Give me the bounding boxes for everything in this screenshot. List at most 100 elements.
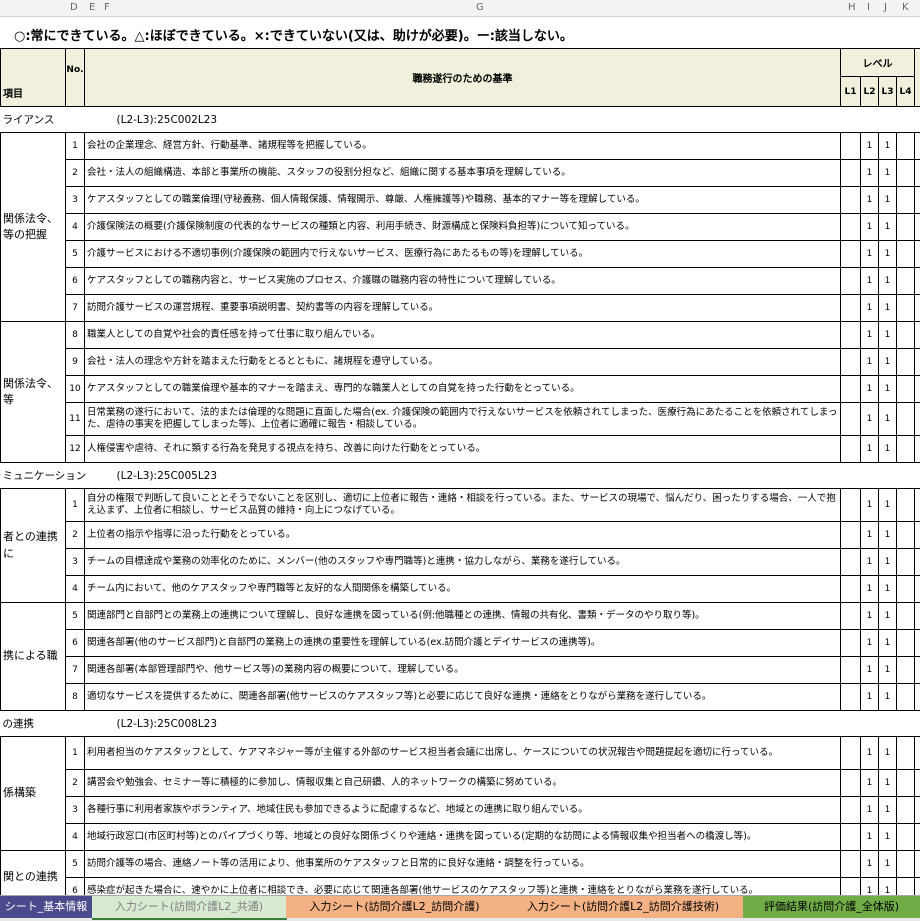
level-l1-cell[interactable] xyxy=(841,797,861,824)
column-header-d[interactable]: D xyxy=(70,2,78,13)
header-l1[interactable]: L1 xyxy=(841,77,861,107)
header-l2[interactable]: L2 xyxy=(861,77,879,107)
level-l3-cell[interactable]: 1 xyxy=(879,268,897,295)
item-category[interactable]: 関との連携 xyxy=(1,851,66,896)
header-l3[interactable]: L3 xyxy=(879,77,897,107)
row-number[interactable]: 8 xyxy=(66,684,85,711)
column-header-h[interactable]: H xyxy=(848,2,856,13)
header-l4[interactable]: L4 xyxy=(897,77,915,107)
row-number[interactable]: 7 xyxy=(66,295,85,322)
item-category[interactable]: 関係法令、 等の把握 xyxy=(1,133,66,322)
level-l1-cell[interactable] xyxy=(841,241,861,268)
section-code[interactable]: (L2-L3):25C008L23 xyxy=(85,711,920,737)
row-number[interactable]: 10 xyxy=(66,376,85,403)
level-l3-cell[interactable]: 1 xyxy=(879,657,897,684)
level-l1-cell[interactable] xyxy=(841,436,861,463)
level-l4-cell[interactable] xyxy=(897,630,915,657)
criteria-text[interactable]: 職業人としての自覚や社会的責任感を持って仕事に取り組んでいる。 xyxy=(85,322,841,349)
row-number[interactable]: 2 xyxy=(66,770,85,797)
row-number[interactable]: 3 xyxy=(66,187,85,214)
row-number[interactable]: 6 xyxy=(66,630,85,657)
level-l2-cell[interactable]: 1 xyxy=(861,684,879,711)
level-l1-cell[interactable] xyxy=(841,878,861,896)
level-l4-cell[interactable] xyxy=(897,403,915,436)
row-number[interactable]: 5 xyxy=(66,241,85,268)
level-l2-cell[interactable]: 1 xyxy=(861,489,879,522)
level-l2-cell[interactable]: 1 xyxy=(861,737,879,770)
row-number[interactable]: 2 xyxy=(66,160,85,187)
level-l3-cell[interactable]: 1 xyxy=(879,630,897,657)
level-l3-cell[interactable]: 1 xyxy=(879,489,897,522)
section-name[interactable]: ミュニケーション xyxy=(1,463,85,489)
sheet-tab-4[interactable]: 評価結果(訪問介護_全体版) xyxy=(743,896,920,918)
level-l1-cell[interactable] xyxy=(841,403,861,436)
extra-cell[interactable] xyxy=(915,214,920,241)
level-l2-cell[interactable]: 1 xyxy=(861,376,879,403)
level-l3-cell[interactable]: 1 xyxy=(879,133,897,160)
criteria-text[interactable]: 介護保険法の概要(介護保険制度の代表的なサービスの種類と内容、利用手続き、財源構… xyxy=(85,214,841,241)
level-l3-cell[interactable]: 1 xyxy=(879,522,897,549)
level-l3-cell[interactable]: 1 xyxy=(879,603,897,630)
level-l3-cell[interactable]: 1 xyxy=(879,878,897,896)
level-l1-cell[interactable] xyxy=(841,522,861,549)
level-l2-cell[interactable]: 1 xyxy=(861,133,879,160)
level-l3-cell[interactable]: 1 xyxy=(879,349,897,376)
level-l2-cell[interactable]: 1 xyxy=(861,770,879,797)
level-l1-cell[interactable] xyxy=(841,824,861,851)
level-l2-cell[interactable]: 1 xyxy=(861,851,879,878)
criteria-text[interactable]: 人権侵害や虐待、それに類する行為を発見する視点を持ち、改善に向けた行動をとってい… xyxy=(85,436,841,463)
level-l4-cell[interactable] xyxy=(897,684,915,711)
level-l4-cell[interactable] xyxy=(897,603,915,630)
level-l2-cell[interactable]: 1 xyxy=(861,322,879,349)
level-l4-cell[interactable] xyxy=(897,241,915,268)
level-l1-cell[interactable] xyxy=(841,603,861,630)
column-header-e[interactable]: E xyxy=(89,2,95,13)
level-l3-cell[interactable]: 1 xyxy=(879,851,897,878)
extra-cell[interactable] xyxy=(915,657,920,684)
level-l3-cell[interactable]: 1 xyxy=(879,436,897,463)
row-number[interactable]: 4 xyxy=(66,576,85,603)
level-l4-cell[interactable] xyxy=(897,436,915,463)
criteria-text[interactable]: 訪問介護サービスの運営規程、重要事項説明書、契約書等の内容を理解している。 xyxy=(85,295,841,322)
level-l2-cell[interactable]: 1 xyxy=(861,214,879,241)
level-l2-cell[interactable]: 1 xyxy=(861,549,879,576)
row-number[interactable]: 12 xyxy=(66,436,85,463)
level-l2-cell[interactable]: 1 xyxy=(861,187,879,214)
item-category[interactable]: 関係法令、 等 xyxy=(1,322,66,463)
extra-cell[interactable] xyxy=(915,522,920,549)
row-number[interactable]: 4 xyxy=(66,214,85,241)
level-l3-cell[interactable]: 1 xyxy=(879,376,897,403)
level-l2-cell[interactable]: 1 xyxy=(861,160,879,187)
criteria-text[interactable]: 関連各部署(他のサービス部門)と自部門の業務上の連携の重要性を理解している(ex… xyxy=(85,630,841,657)
extra-cell[interactable] xyxy=(915,376,920,403)
level-l1-cell[interactable] xyxy=(841,349,861,376)
level-l2-cell[interactable]: 1 xyxy=(861,349,879,376)
criteria-text[interactable]: 感染症が起きた場合に、速やかに上位者に相談でき、必要に応じて関連各部署(他サービ… xyxy=(85,878,841,896)
level-l1-cell[interactable] xyxy=(841,322,861,349)
level-l1-cell[interactable] xyxy=(841,770,861,797)
criteria-text[interactable]: 自分の権限で判断して良いこととそうでないことを区別し、適切に上位者に報告・連絡・… xyxy=(85,489,841,522)
level-l4-cell[interactable] xyxy=(897,489,915,522)
level-l4-cell[interactable] xyxy=(897,797,915,824)
level-l3-cell[interactable]: 1 xyxy=(879,187,897,214)
sheet-tab-3[interactable]: 入力シート(訪問介護L2_訪問介護技術) xyxy=(503,896,744,918)
extra-cell[interactable] xyxy=(915,684,920,711)
criteria-text[interactable]: 会社・法人の理念や方針を踏まえた行動をとるとともに、諸規程を遵守している。 xyxy=(85,349,841,376)
row-number[interactable]: 7 xyxy=(66,657,85,684)
extra-cell[interactable] xyxy=(915,133,920,160)
level-l1-cell[interactable] xyxy=(841,549,861,576)
extra-cell[interactable] xyxy=(915,630,920,657)
criteria-text[interactable]: 介護サービスにおける不適切事例(介護保険の範囲内で行えないサービス、医療行為にあ… xyxy=(85,241,841,268)
level-l2-cell[interactable]: 1 xyxy=(861,241,879,268)
column-header-f[interactable]: F xyxy=(104,2,110,13)
extra-cell[interactable] xyxy=(915,824,920,851)
criteria-text[interactable]: ケアスタッフとしての職務内容と、サービス実施のプロセス、介護職の職務内容の特性に… xyxy=(85,268,841,295)
level-l1-cell[interactable] xyxy=(841,489,861,522)
criteria-text[interactable]: 適切なサービスを提供するために、関連各部署(他サービスのケアスタッフ等)と必要に… xyxy=(85,684,841,711)
level-l1-cell[interactable] xyxy=(841,630,861,657)
level-l3-cell[interactable]: 1 xyxy=(879,576,897,603)
level-l2-cell[interactable]: 1 xyxy=(861,403,879,436)
column-header-i[interactable]: I xyxy=(867,2,870,13)
criteria-text[interactable]: 関連部門と自部門との業務上の連携について理解し、良好な連携を図っている(例:他職… xyxy=(85,603,841,630)
level-l4-cell[interactable] xyxy=(897,295,915,322)
